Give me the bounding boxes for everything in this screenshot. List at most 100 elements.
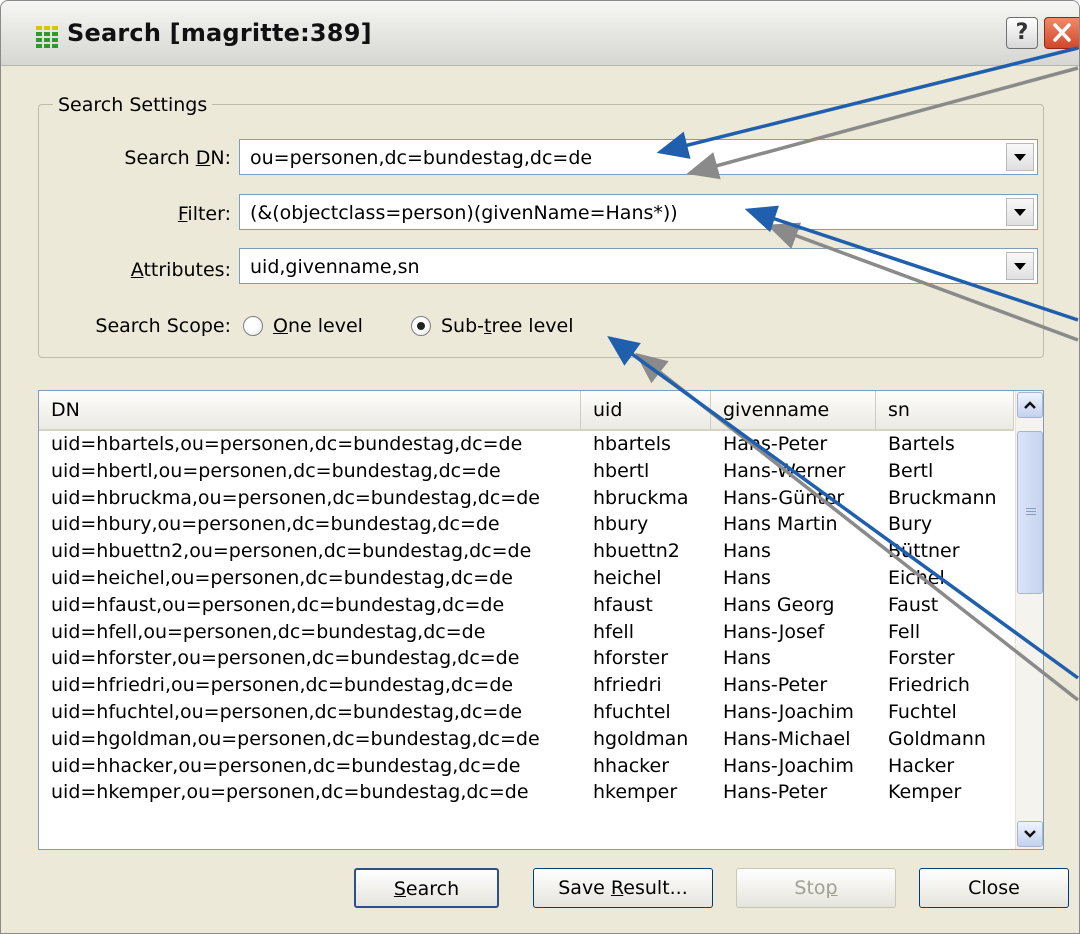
one-level-radio[interactable]: [243, 316, 263, 336]
close-icon: [1053, 23, 1071, 42]
cell-sn: Fell: [888, 620, 921, 643]
results-header: DN uid givenname sn: [39, 391, 1014, 431]
scroll-thumb[interactable]: [1017, 431, 1043, 594]
save-result-button[interactable]: Save Result...: [533, 868, 713, 908]
attributes-value[interactable]: uid,givenname,sn: [250, 256, 420, 278]
scroll-down-button[interactable]: [1017, 821, 1043, 847]
column-header-sn[interactable]: sn: [876, 391, 1014, 429]
attributes-label: Attributes:: [130, 259, 231, 281]
close-button[interactable]: Close: [919, 868, 1069, 908]
one-level-label[interactable]: One level: [273, 315, 363, 337]
cell-sn: Bertl: [888, 459, 934, 482]
results-list[interactable]: DN uid givenname sn uid=hbartels,ou=pers…: [38, 390, 1044, 850]
cell-sn: Friedrich: [888, 674, 970, 697]
cell-givenname: Hans: [723, 647, 771, 670]
table-row[interactable]: uid=hbruckma,ou=personen,dc=bundestag,dc…: [39, 485, 1014, 512]
cell-dn: uid=hbertl,ou=personen,dc=bundestag,dc=d…: [51, 459, 501, 482]
search-settings-title: Search Settings: [53, 94, 213, 116]
table-row[interactable]: uid=hfriedri,ou=personen,dc=bundestag,dc…: [39, 672, 1014, 699]
table-row[interactable]: uid=hbuettn2,ou=personen,dc=bundestag,dc…: [39, 538, 1014, 565]
cell-dn: uid=hbuettn2,ou=personen,dc=bundestag,dc…: [51, 540, 532, 563]
title-bar[interactable]: Search [magritte:389] ?: [1, 1, 1079, 66]
cell-givenname: Hans-Joachim: [723, 700, 854, 723]
scroll-up-button[interactable]: [1017, 392, 1043, 418]
cell-uid: hbartels: [593, 433, 671, 455]
table-row[interactable]: uid=hfell,ou=personen,dc=bundestag,dc=de…: [39, 619, 1014, 646]
table-row[interactable]: uid=hgoldman,ou=personen,dc=bundestag,dc…: [39, 726, 1014, 753]
help-button[interactable]: ?: [1006, 17, 1038, 49]
search-dialog: Search [magritte:389] ? Search Settings …: [0, 0, 1080, 934]
cell-givenname: Hans-Josef: [723, 620, 825, 643]
thumb-grip: [1026, 511, 1036, 512]
cell-uid: hbruckma: [593, 486, 689, 509]
cell-sn: Forster: [888, 647, 955, 670]
cell-dn: uid=hhacker,ou=personen,dc=bundestag,dc=…: [51, 754, 521, 777]
table-row[interactable]: uid=heichel,ou=personen,dc=bundestag,dc=…: [39, 565, 1014, 592]
cell-givenname: Hans: [723, 540, 771, 563]
cell-givenname: Hans Martin: [723, 513, 838, 536]
cell-sn: Kemper: [888, 781, 962, 804]
search-dn-label: Search DN:: [124, 147, 231, 169]
table-row[interactable]: uid=hbartels,ou=personen,dc=bundestag,dc…: [39, 431, 1014, 458]
cell-dn: uid=heichel,ou=personen,dc=bundestag,dc=…: [51, 566, 513, 589]
cell-uid: hfriedri: [593, 674, 662, 697]
chevron-down-icon: [1014, 208, 1026, 216]
table-row[interactable]: uid=hforster,ou=personen,dc=bundestag,dc…: [39, 645, 1014, 672]
sub-tree-level-radio[interactable]: [411, 316, 431, 336]
cell-uid: hfell: [593, 620, 634, 643]
cell-dn: uid=hfuchtel,ou=personen,dc=bundestag,dc…: [51, 700, 523, 723]
cell-dn: uid=hgoldman,ou=personen,dc=bundestag,dc…: [51, 727, 540, 750]
cell-uid: hbuettn2: [593, 540, 680, 563]
filter-combo[interactable]: (&(objectclass=person)(givenName=Hans*)): [239, 194, 1038, 230]
cell-givenname: Hans-Günter: [723, 486, 845, 509]
search-button[interactable]: Search: [354, 868, 499, 908]
cell-sn: Büttner: [888, 540, 960, 563]
cell-dn: uid=hfaust,ou=personen,dc=bundestag,dc=d…: [51, 593, 505, 616]
table-row[interactable]: uid=hbertl,ou=personen,dc=bundestag,dc=d…: [39, 458, 1014, 485]
filter-value[interactable]: (&(objectclass=person)(givenName=Hans*)): [250, 202, 678, 224]
cell-sn: Goldmann: [888, 727, 986, 750]
column-header-dn[interactable]: DN: [39, 391, 581, 429]
column-header-givenname[interactable]: givenname: [711, 391, 876, 429]
stop-button[interactable]: Stop: [736, 868, 896, 908]
thumb-grip: [1026, 508, 1036, 509]
table-row[interactable]: uid=hfaust,ou=personen,dc=bundestag,dc=d…: [39, 592, 1014, 619]
cell-uid: hhacker: [593, 754, 669, 777]
table-row[interactable]: uid=hhacker,ou=personen,dc=bundestag,dc=…: [39, 753, 1014, 780]
cell-dn: uid=hfriedri,ou=personen,dc=bundestag,dc…: [51, 674, 514, 697]
cell-givenname: Hans: [723, 566, 771, 589]
search-dn-value[interactable]: ou=personen,dc=bundestag,dc=de: [250, 147, 592, 169]
table-row[interactable]: uid=hkemper,ou=personen,dc=bundestag,dc=…: [39, 779, 1014, 806]
search-dn-combo[interactable]: ou=personen,dc=bundestag,dc=de: [239, 139, 1038, 175]
cell-sn: Faust: [888, 593, 939, 616]
cell-uid: hfuchtel: [593, 700, 671, 723]
cell-dn: uid=hforster,ou=personen,dc=bundestag,dc…: [51, 647, 520, 670]
cell-uid: hgoldman: [593, 727, 689, 750]
search-dn-dropdown-button[interactable]: [1006, 143, 1034, 171]
cell-givenname: Hans-Peter: [723, 781, 828, 804]
chevron-down-icon: [1014, 153, 1026, 161]
sub-tree-level-label[interactable]: Sub-tree level: [441, 315, 573, 337]
table-row[interactable]: uid=hbury,ou=personen,dc=bundestag,dc=de…: [39, 511, 1014, 538]
cell-givenname: Hans-Werner: [723, 459, 846, 482]
close-window-button[interactable]: [1044, 17, 1079, 49]
attributes-dropdown-button[interactable]: [1006, 252, 1034, 280]
cell-uid: hforster: [593, 647, 669, 670]
cell-dn: uid=hkemper,ou=personen,dc=bundestag,dc=…: [51, 781, 529, 804]
filter-label: Filter:: [177, 203, 231, 225]
cell-dn: uid=hbruckma,ou=personen,dc=bundestag,dc…: [51, 486, 540, 509]
cell-dn: uid=hbartels,ou=personen,dc=bundestag,dc…: [51, 433, 523, 455]
table-row[interactable]: uid=hfuchtel,ou=personen,dc=bundestag,dc…: [39, 699, 1014, 726]
cell-sn: Bruckmann: [888, 486, 997, 509]
attributes-combo[interactable]: uid,givenname,sn: [239, 248, 1038, 284]
window-title: Search [magritte:389]: [67, 19, 372, 47]
column-header-uid[interactable]: uid: [581, 391, 711, 429]
cell-dn: uid=hfell,ou=personen,dc=bundestag,dc=de: [51, 620, 486, 643]
cell-sn: Eichel: [888, 566, 945, 589]
vertical-scrollbar[interactable]: [1015, 391, 1043, 849]
chevron-down-icon: [1014, 262, 1026, 270]
cell-dn: uid=hbury,ou=personen,dc=bundestag,dc=de: [51, 513, 500, 536]
filter-dropdown-button[interactable]: [1006, 198, 1034, 226]
chevron-up-icon: [1024, 401, 1036, 409]
cell-givenname: Hans-Michael: [723, 727, 851, 750]
